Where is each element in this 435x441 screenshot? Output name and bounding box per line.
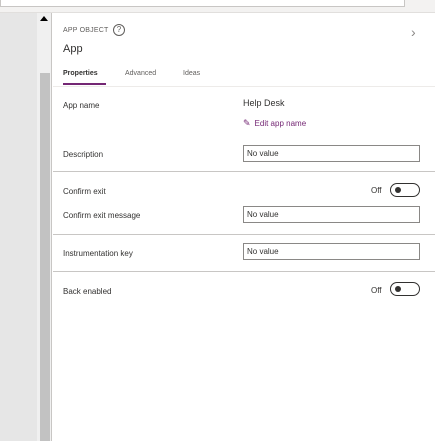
scroll-thumb[interactable] — [40, 73, 50, 441]
app-name-label: App name — [63, 101, 100, 110]
confirm-exit-toggle[interactable] — [390, 183, 420, 197]
info-icon[interactable]: ? — [113, 24, 125, 36]
top-strip — [0, 0, 435, 13]
pencil-icon: ✎ — [243, 118, 251, 128]
toggle-knob — [395, 187, 401, 193]
object-type-label: APP OBJECT — [63, 27, 109, 34]
tab-advanced[interactable]: Advanced — [125, 70, 156, 77]
edit-app-name-link[interactable]: ✎ Edit app name — [243, 118, 306, 129]
confirm-exit-message-field[interactable]: No value — [243, 206, 420, 223]
description-field[interactable]: No value — [243, 145, 420, 162]
toggle-knob — [395, 286, 401, 292]
tab-properties[interactable]: Properties — [63, 70, 98, 77]
app-name-value: Help Desk — [243, 98, 285, 108]
section-divider — [53, 171, 435, 172]
properties-panel: APP OBJECT ? App › Properties Advanced I… — [53, 13, 435, 441]
back-enabled-toggle[interactable] — [390, 282, 420, 296]
vertical-scrollbar[interactable] — [37, 13, 52, 441]
object-name: App — [63, 43, 83, 55]
back-enabled-label: Back enabled — [63, 287, 112, 296]
edit-app-name-label: Edit app name — [254, 119, 307, 128]
back-enabled-state: Off — [371, 286, 382, 295]
section-divider — [53, 234, 435, 235]
scroll-up-arrow-icon[interactable] — [40, 16, 48, 21]
tabs-divider — [53, 86, 435, 87]
confirm-exit-message-label: Confirm exit message — [63, 211, 141, 220]
chevron-right-icon[interactable]: › — [411, 25, 416, 39]
confirm-exit-label: Confirm exit — [63, 187, 106, 196]
canvas-area — [0, 13, 37, 441]
tab-ideas[interactable]: Ideas — [183, 70, 200, 77]
description-label: Description — [63, 150, 104, 159]
instrumentation-key-field[interactable]: No value — [243, 243, 420, 260]
instrumentation-key-label: Instrumentation key — [63, 249, 133, 258]
section-divider — [53, 271, 435, 272]
confirm-exit-state: Off — [371, 186, 382, 195]
formula-bar-edge[interactable] — [0, 0, 405, 7]
active-tab-indicator — [63, 83, 106, 85]
